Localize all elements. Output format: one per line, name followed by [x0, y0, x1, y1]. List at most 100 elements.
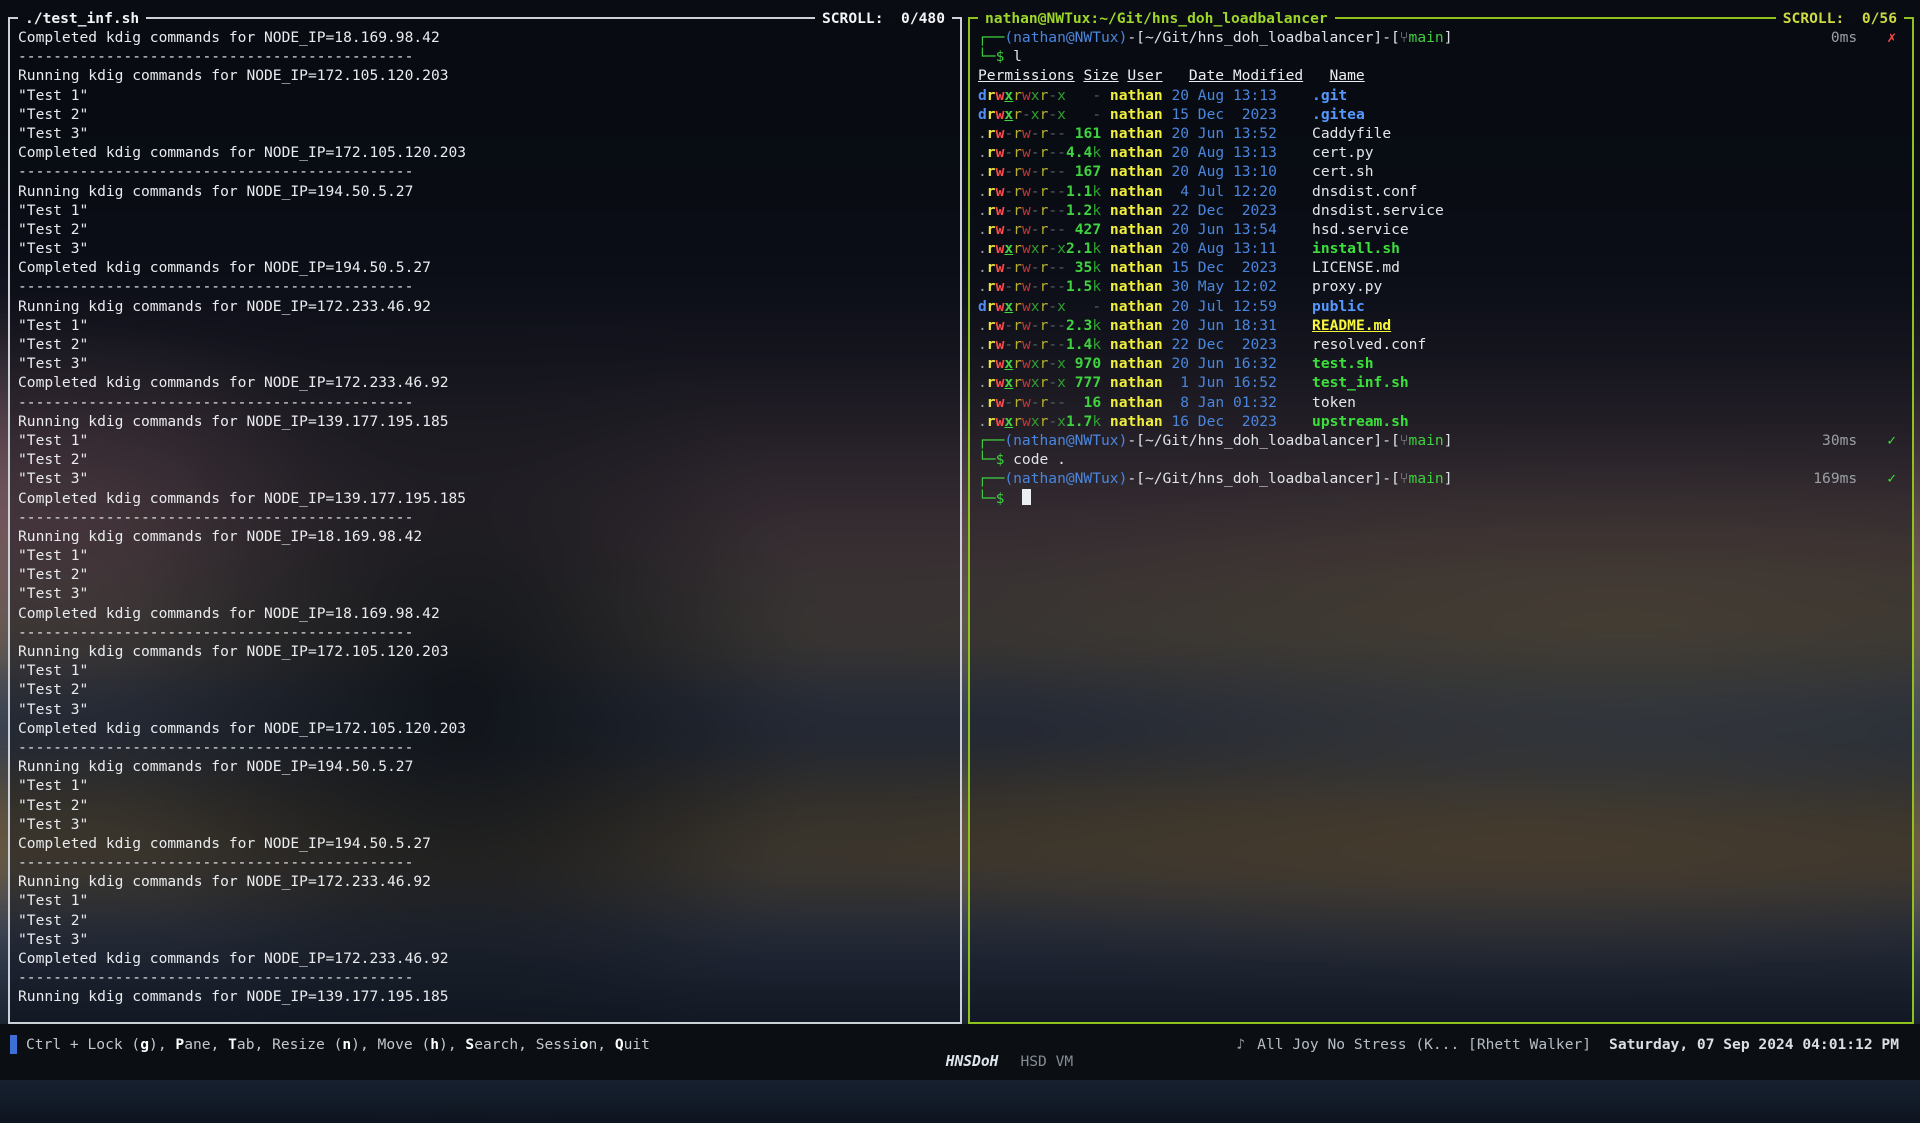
terminal-line: "Test 2": [18, 680, 952, 699]
terminal-line: "Test 3": [18, 239, 952, 258]
focus-indicator: [10, 1035, 17, 1054]
terminal-line: "Test 3": [18, 584, 952, 603]
pane-right-content[interactable]: ┌──(nathan@NWTux)-[~/Git/hns_doh_loadbal…: [970, 18, 1912, 1022]
terminal-line: Running kdig commands for NODE_IP=18.169…: [18, 527, 952, 546]
terminal-line: Completed kdig commands for NODE_IP=172.…: [18, 373, 952, 392]
terminal-line: "Test 2": [18, 911, 952, 930]
terminal-line: "Test 3": [18, 354, 952, 373]
terminal-line: "Test 1": [18, 661, 952, 680]
terminal-line: Completed kdig commands for NODE_IP=18.1…: [18, 604, 952, 623]
terminal-line: "Test 1": [18, 316, 952, 335]
terminal-line: "Test 3": [18, 700, 952, 719]
pane-left: ./test_inf.sh SCROLL: 0/480 Completed kd…: [8, 18, 962, 1024]
file-row: .rw-rw-r-- 35k nathan 15 Dec 2023 LICENS…: [978, 258, 1904, 277]
shell-command-line: └─$ l: [978, 47, 1904, 66]
file-name: token: [1312, 394, 1356, 411]
terminal-line: "Test 1": [18, 546, 952, 565]
shell-command-line: └─$ code .: [978, 450, 1904, 469]
file-row: .rw-rw-r--2.3k nathan 20 Jun 18:31 READM…: [978, 316, 1904, 335]
keybind-hints: Ctrl + Lock (g), Pane, Tab, Resize (n), …: [26, 1036, 650, 1053]
status-right: ♪ All Joy No Stress (K... [Rhett Walker]…: [1236, 1036, 1899, 1053]
file-name: public: [1312, 298, 1365, 315]
file-name: .git: [1312, 87, 1347, 104]
file-name: test_inf.sh: [1312, 374, 1409, 391]
file-name: hsd.service: [1312, 221, 1409, 238]
session-name: HNSDoH: [946, 1053, 999, 1070]
terminal-cursor: [1022, 489, 1031, 505]
terminal-line: "Test 1": [18, 776, 952, 795]
terminal-line: "Test 1": [18, 891, 952, 910]
terminal-line: Running kdig commands for NODE_IP=172.10…: [18, 642, 952, 661]
ls-header-row: Permissions Size User Date Modified Name: [978, 66, 1904, 85]
pane-right: nathan@NWTux:~/Git/hns_doh_loadbalancer …: [968, 18, 1914, 1024]
terminal-line: Completed kdig commands for NODE_IP=139.…: [18, 489, 952, 508]
host-label: HSD VM: [1020, 1053, 1073, 1070]
file-row: .rw-rw-r-- 427 nathan 20 Jun 13:54 hsd.s…: [978, 220, 1904, 239]
file-name: upstream.sh: [1312, 413, 1409, 430]
terminal-line: ----------------------------------------…: [18, 738, 952, 757]
terminal-line: "Test 2": [18, 335, 952, 354]
command-duration: 169ms✓: [1813, 469, 1896, 488]
terminal-line: "Test 1": [18, 201, 952, 220]
file-row: .rw-rw-r-- 161 nathan 20 Jun 13:52 Caddy…: [978, 124, 1904, 143]
shell-prompt-line: ┌──(nathan@NWTux)-[~/Git/hns_doh_loadbal…: [978, 28, 1904, 47]
file-row: drwxr-xr-x - nathan 15 Dec 2023 .gitea: [978, 105, 1904, 124]
terminal-line: "Test 1": [18, 431, 952, 450]
terminal-line: Running kdig commands for NODE_IP=172.10…: [18, 66, 952, 85]
file-name: install.sh: [1312, 240, 1400, 257]
terminal-line: ----------------------------------------…: [18, 853, 952, 872]
file-name: cert.sh: [1312, 163, 1374, 180]
terminal-line: ----------------------------------------…: [18, 47, 952, 66]
terminal-line: "Test 3": [18, 930, 952, 949]
music-track: All Joy No Stress (K... [Rhett Walker]: [1257, 1036, 1591, 1053]
file-row: .rw-rw-r-- 167 nathan 20 Aug 13:10 cert.…: [978, 162, 1904, 181]
shell-prompt-line: ┌──(nathan@NWTux)-[~/Git/hns_doh_loadbal…: [978, 431, 1904, 450]
file-name: README.md: [1312, 317, 1391, 334]
file-row: .rw-rw-r--4.4k nathan 20 Aug 13:13 cert.…: [978, 143, 1904, 162]
file-row: .rw-rw-r--1.5k nathan 30 May 12:02 proxy…: [978, 277, 1904, 296]
file-name: proxy.py: [1312, 278, 1382, 295]
status-bar: Ctrl + Lock (g), Pane, Tab, Resize (n), …: [0, 1024, 1920, 1080]
terminal-line: Running kdig commands for NODE_IP=139.17…: [18, 987, 952, 1006]
terminal-line: Running kdig commands for NODE_IP=172.23…: [18, 297, 952, 316]
terminal-line: Running kdig commands for NODE_IP=139.17…: [18, 412, 952, 431]
file-row: .rw-rw-r--1.4k nathan 22 Dec 2023 resolv…: [978, 335, 1904, 354]
terminal-line: "Test 2": [18, 796, 952, 815]
file-row: .rw-rw-r--1.2k nathan 22 Dec 2023 dnsdis…: [978, 201, 1904, 220]
terminal-line: Completed kdig commands for NODE_IP=172.…: [18, 719, 952, 738]
file-name: Caddyfile: [1312, 125, 1391, 142]
music-note-icon: ♪: [1236, 1036, 1245, 1053]
file-row: .rw-rw-r--1.1k nathan 4 Jul 12:20 dnsdis…: [978, 182, 1904, 201]
terminal-line: "Test 2": [18, 105, 952, 124]
file-name: dnsdist.conf: [1312, 183, 1417, 200]
terminal-line: "Test 3": [18, 469, 952, 488]
terminal-line: ----------------------------------------…: [18, 968, 952, 987]
terminal-line: "Test 2": [18, 565, 952, 584]
terminal-line: Completed kdig commands for NODE_IP=194.…: [18, 834, 952, 853]
terminal-line: Running kdig commands for NODE_IP=194.50…: [18, 757, 952, 776]
terminal-line: "Test 2": [18, 220, 952, 239]
file-name: dnsdist.service: [1312, 202, 1444, 219]
terminal-line: Completed kdig commands for NODE_IP=194.…: [18, 258, 952, 277]
command-duration: 0ms✗: [1831, 28, 1896, 47]
session-info: HNSDoH HSD VM: [893, 1036, 1073, 1087]
terminal-line: ----------------------------------------…: [18, 393, 952, 412]
terminal-line: Completed kdig commands for NODE_IP=172.…: [18, 949, 952, 968]
terminal-line: "Test 3": [18, 815, 952, 834]
terminal-line: Running kdig commands for NODE_IP=194.50…: [18, 182, 952, 201]
file-row: drwxrwxr-x - nathan 20 Jul 12:59 public: [978, 297, 1904, 316]
file-name: LICENSE.md: [1312, 259, 1400, 276]
terminal-line: "Test 2": [18, 450, 952, 469]
terminal-line: ----------------------------------------…: [18, 508, 952, 527]
terminal-line: ----------------------------------------…: [18, 277, 952, 296]
shell-prompt-line: ┌──(nathan@NWTux)-[~/Git/hns_doh_loadbal…: [978, 469, 1904, 488]
terminal-line: ----------------------------------------…: [18, 162, 952, 181]
terminal-line: "Test 3": [18, 124, 952, 143]
pane-left-content[interactable]: Completed kdig commands for NODE_IP=18.1…: [10, 18, 960, 1022]
shell-command-line: └─$: [978, 489, 1904, 508]
file-row: .rwxrwxr-x2.1k nathan 20 Aug 13:11 insta…: [978, 239, 1904, 258]
command-duration: 30ms✓: [1822, 431, 1896, 450]
file-name: .gitea: [1312, 106, 1365, 123]
terminal-line: Completed kdig commands for NODE_IP=18.1…: [18, 28, 952, 47]
file-row: .rwxrwxr-x1.7k nathan 16 Dec 2023 upstre…: [978, 412, 1904, 431]
